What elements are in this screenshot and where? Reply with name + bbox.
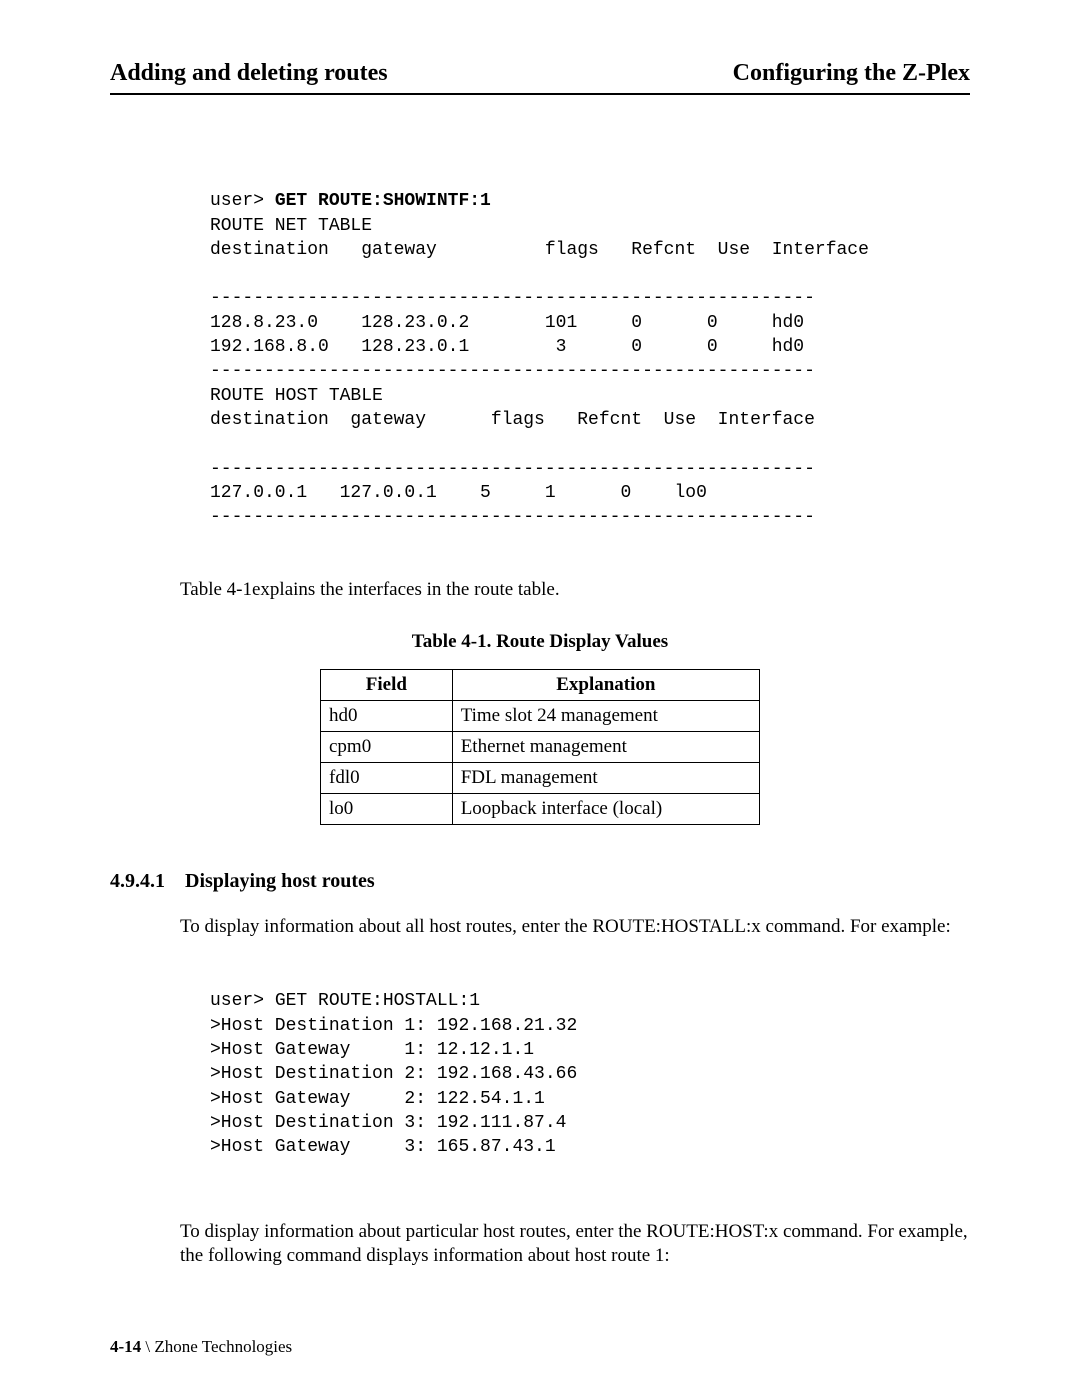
table-caption: Table 4-1. Route Display Values bbox=[110, 631, 970, 653]
t1-line: ----------------------------------------… bbox=[210, 361, 815, 381]
terminal-output-2: user> GET ROUTE:HOSTALL:1 >Host Destinat… bbox=[210, 965, 970, 1159]
prompt-2: user> bbox=[210, 991, 275, 1011]
cell-explanation: FDL management bbox=[452, 763, 759, 794]
table-row: fdl0 FDL management bbox=[321, 763, 760, 794]
body-paragraph-2: To display information about particular … bbox=[180, 1220, 970, 1269]
t1-line: 127.0.0.1 127.0.0.1 5 1 0 lo0 bbox=[210, 483, 707, 503]
cell-explanation: Ethernet management bbox=[452, 732, 759, 763]
command-1: GET ROUTE:SHOWINTF:1 bbox=[275, 191, 491, 211]
table-row: cpm0 Ethernet management bbox=[321, 732, 760, 763]
section-title: Displaying host routes bbox=[185, 870, 375, 892]
page-header: Adding and deleting routes Configuring t… bbox=[110, 60, 970, 95]
table-row: hd0 Time slot 24 management bbox=[321, 701, 760, 732]
table-head-row: Field Explanation bbox=[321, 670, 760, 701]
cell-field: hd0 bbox=[321, 701, 453, 732]
t2-line: >Host Destination 3: 192.111.87.4 bbox=[210, 1113, 566, 1133]
t2-line: >Host Gateway 2: 122.54.1.1 bbox=[210, 1089, 545, 1109]
t1-line: ----------------------------------------… bbox=[210, 507, 815, 527]
prompt-1: user> bbox=[210, 191, 275, 211]
t1-line: ----------------------------------------… bbox=[210, 459, 815, 479]
t2-line: >Host Gateway 1: 12.12.1.1 bbox=[210, 1040, 534, 1060]
table-row: lo0 Loopback interface (local) bbox=[321, 794, 760, 825]
section-number: 4.9.4.1 bbox=[110, 870, 180, 893]
header-left: Adding and deleting routes bbox=[110, 60, 388, 87]
cell-explanation: Time slot 24 management bbox=[452, 701, 759, 732]
th-field: Field bbox=[321, 670, 453, 701]
t1-line: ROUTE NET TABLE bbox=[210, 216, 372, 236]
caption-paragraph: Table 4-1explains the interfaces in the … bbox=[180, 579, 970, 601]
t2-line: >Host Gateway 3: 165.87.43.1 bbox=[210, 1137, 556, 1157]
t1-line: ROUTE HOST TABLE bbox=[210, 386, 383, 406]
t1-line: ----------------------------------------… bbox=[210, 288, 815, 308]
command-2: GET ROUTE:HOSTALL:1 bbox=[275, 991, 480, 1011]
section-heading: 4.9.4.1 Displaying host routes bbox=[110, 870, 970, 893]
t2-line: >Host Destination 2: 192.168.43.66 bbox=[210, 1064, 577, 1084]
t1-line: destination gateway flags Refcnt Use Int… bbox=[210, 240, 869, 260]
cell-explanation: Loopback interface (local) bbox=[452, 794, 759, 825]
t2-line: >Host Destination 1: 192.168.21.32 bbox=[210, 1016, 577, 1036]
page-number: 4-14 bbox=[110, 1337, 141, 1356]
header-right: Configuring the Z-Plex bbox=[733, 60, 970, 87]
page: Adding and deleting routes Configuring t… bbox=[0, 0, 1080, 1397]
cell-field: fdl0 bbox=[321, 763, 453, 794]
t1-line: 192.168.8.0 128.23.0.1 3 0 0 hd0 bbox=[210, 337, 804, 357]
t1-line: destination gateway flags Refcnt Use Int… bbox=[210, 410, 815, 430]
body-paragraph-1: To display information about all host ro… bbox=[180, 915, 970, 940]
footer-sep: \ bbox=[141, 1337, 154, 1356]
t1-line: 128.8.23.0 128.23.0.2 101 0 0 hd0 bbox=[210, 313, 804, 333]
footer-company: Zhone Technologies bbox=[154, 1337, 292, 1356]
page-footer: 4-14 \ Zhone Technologies bbox=[110, 1337, 292, 1357]
cell-field: lo0 bbox=[321, 794, 453, 825]
terminal-output-1: user> GET ROUTE:SHOWINTF:1 ROUTE NET TAB… bbox=[210, 165, 970, 529]
route-display-values-table: Field Explanation hd0 Time slot 24 manag… bbox=[320, 669, 760, 825]
cell-field: cpm0 bbox=[321, 732, 453, 763]
th-explanation: Explanation bbox=[452, 670, 759, 701]
